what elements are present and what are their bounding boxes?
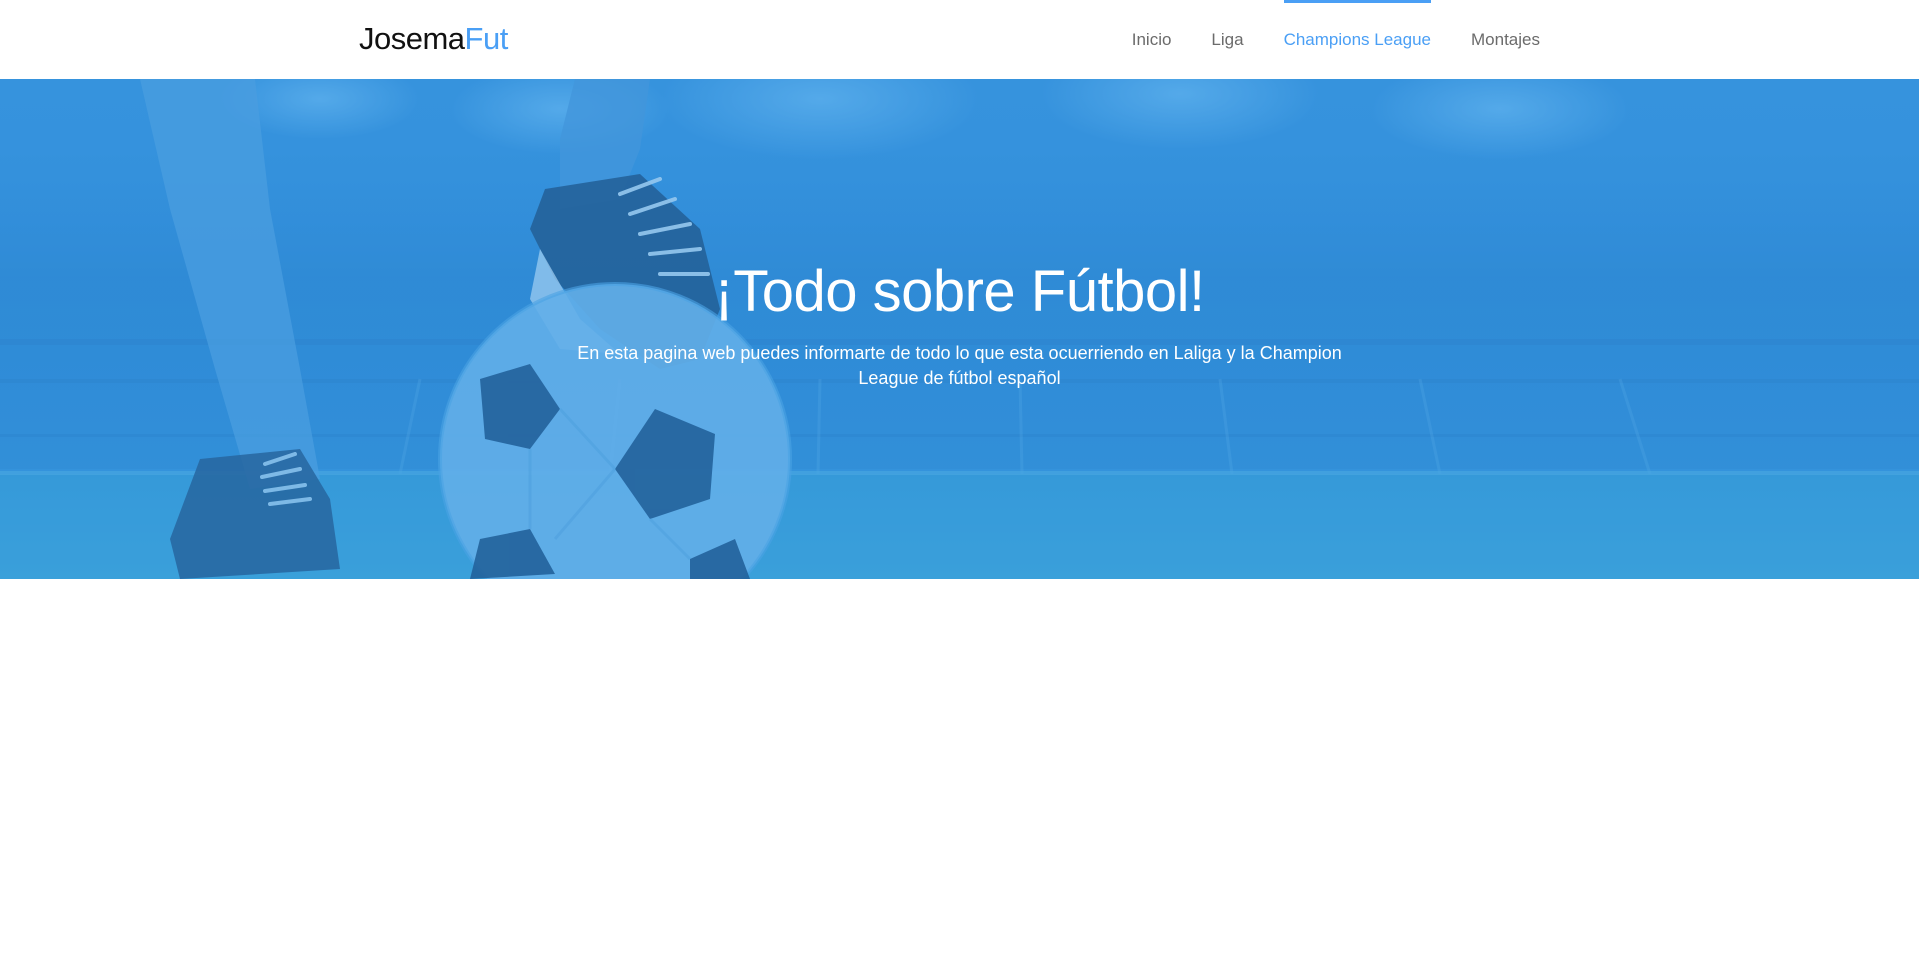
hero-content: ¡Todo sobre Fútbol! En esta pagina web p… (0, 259, 1919, 391)
brand-logo[interactable]: JosemaFut (359, 18, 508, 60)
nav-item-inicio[interactable]: Inicio (1132, 0, 1172, 79)
main-nav: Inicio Liga Champions League Montajes (1092, 0, 1540, 79)
nav-item-champions-league[interactable]: Champions League (1283, 0, 1432, 79)
nav-item-montajes[interactable]: Montajes (1471, 0, 1540, 79)
nav-item-liga[interactable]: Liga (1211, 0, 1243, 79)
hero-title: ¡Todo sobre Fútbol! (714, 259, 1205, 324)
navbar: JosemaFut Inicio Liga Champions League M… (0, 0, 1919, 79)
brand-accent: Fut (464, 21, 509, 56)
page: JosemaFut Inicio Liga Champions League M… (0, 0, 1919, 966)
hero-subtitle: En esta pagina web puedes informarte de … (577, 343, 1342, 388)
brand-primary: Josema (359, 21, 465, 56)
hero-banner: ¡Todo sobre Fútbol! En esta pagina web p… (0, 79, 1919, 579)
